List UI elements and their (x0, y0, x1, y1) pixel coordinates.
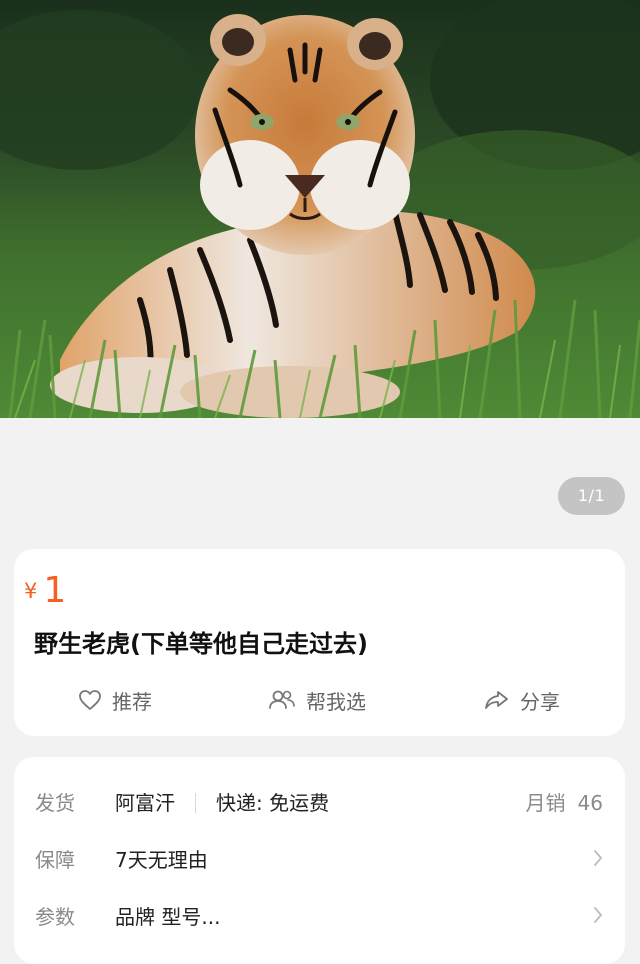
share-label: 分享 (520, 689, 560, 714)
gallery-footer (0, 418, 640, 530)
product-photo[interactable] (0, 0, 640, 418)
tiger-photo-illustration (0, 0, 640, 418)
users-icon (269, 690, 295, 709)
page-indicator: 1/1 (558, 477, 625, 515)
ship-value: 阿富汗 快递: 免运费 (115, 787, 329, 816)
action-bar: 推荐 帮我选 分享 (14, 680, 625, 720)
share-button[interactable]: 分享 (484, 680, 560, 720)
recommend-button[interactable]: 推荐 (78, 680, 152, 720)
product-title: 野生老虎(下单等他自己走过去) (34, 630, 368, 658)
shipping-row: 发货 阿富汗 快递: 免运费 月销 46 (14, 781, 625, 821)
chevron-right-icon (594, 850, 602, 866)
params-row[interactable]: 参数 品牌 型号... (14, 895, 625, 935)
share-icon (485, 691, 508, 709)
heart-icon (79, 690, 101, 710)
ship-from: 阿富汗 (115, 790, 175, 815)
guarantee-row[interactable]: 保障 7天无理由 (14, 838, 625, 878)
divider (195, 792, 196, 813)
chevron-right-icon (594, 907, 602, 923)
monthly-sales-label: 月销 (525, 790, 566, 815)
monthly-sales: 月销 46 (526, 787, 603, 816)
params-label: 参数 (35, 904, 75, 929)
ship-label: 发货 (35, 790, 75, 815)
price-value: 1 (43, 570, 67, 611)
help-choose-button[interactable]: 帮我选 (268, 680, 366, 720)
params-value: 品牌 型号... (115, 904, 221, 929)
guarantee-label: 保障 (35, 847, 75, 872)
recommend-label: 推荐 (112, 689, 152, 714)
monthly-sales-count: 46 (577, 790, 603, 815)
guarantee-value: 7天无理由 (115, 847, 208, 872)
delivery-fee: 快递: 免运费 (216, 790, 330, 815)
currency-symbol: ¥ (24, 579, 38, 603)
help-choose-label: 帮我选 (306, 689, 366, 714)
price: ¥1 (24, 570, 66, 611)
